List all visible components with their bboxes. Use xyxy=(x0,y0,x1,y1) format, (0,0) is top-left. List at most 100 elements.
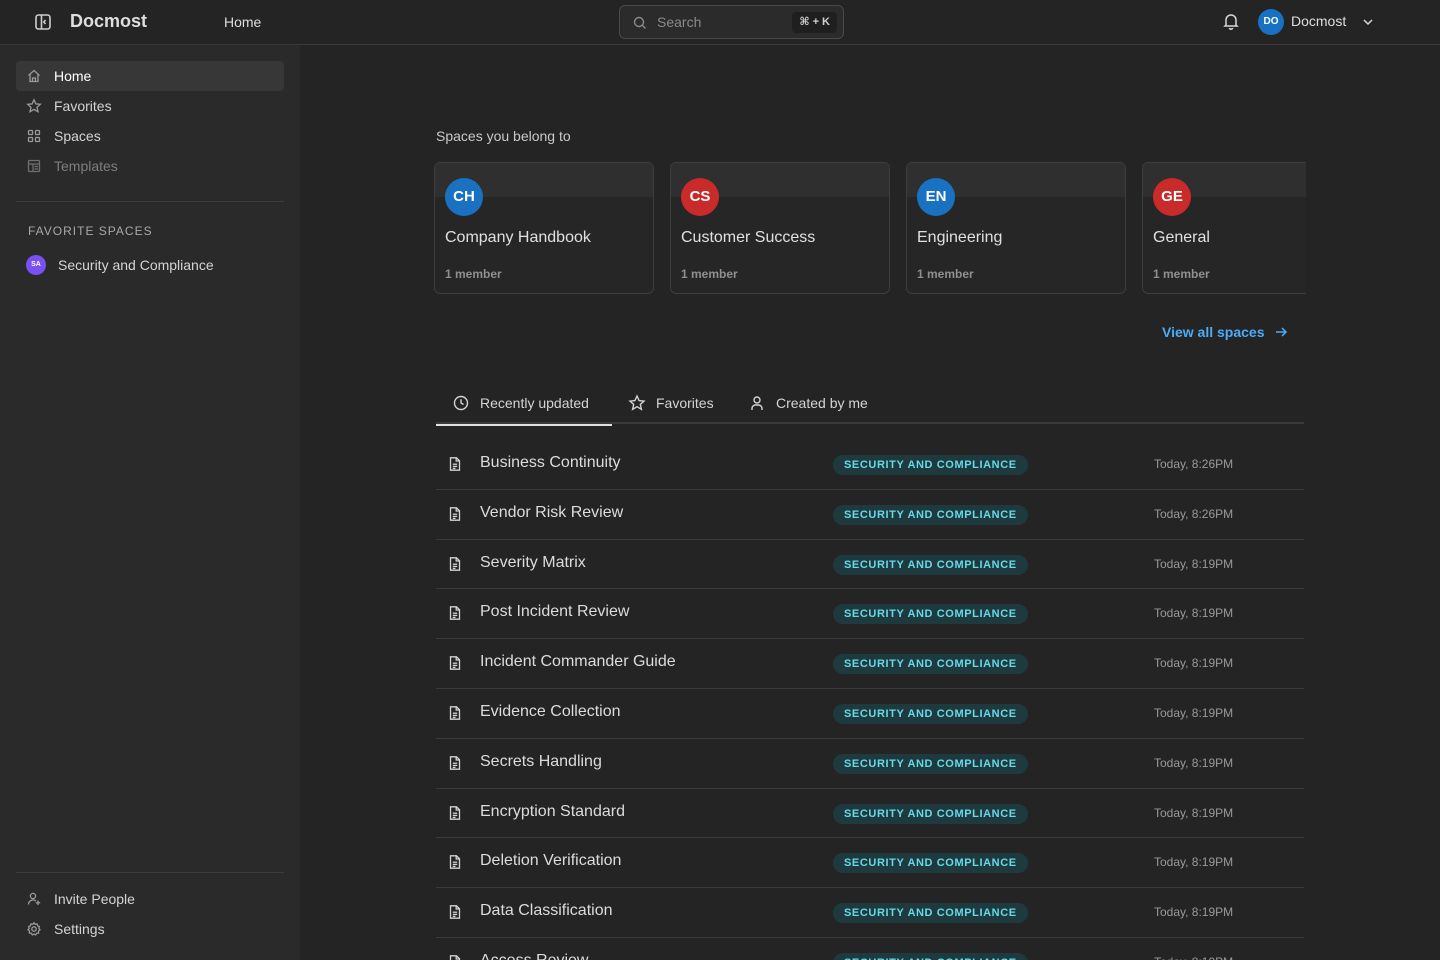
table-row[interactable]: Vendor Risk Review SECURITY AND COMPLIAN… xyxy=(436,490,1304,540)
space-card[interactable]: CH Company Handbook 1 member xyxy=(434,162,654,294)
page-title: Access Review xyxy=(480,952,588,960)
table-row[interactable]: Secrets Handling SECURITY AND COMPLIANCE… xyxy=(436,739,1304,789)
space-badge[interactable]: SECURITY AND COMPLIANCE xyxy=(833,554,1028,575)
space-badge[interactable]: SECURITY AND COMPLIANCE xyxy=(833,952,1028,960)
document-icon xyxy=(447,556,463,572)
space-member-count: 1 member xyxy=(681,267,738,281)
page-tabs: Recently updated Favorites Created by me xyxy=(436,381,1304,426)
space-badge[interactable]: SECURITY AND COMPLIANCE xyxy=(833,654,1028,675)
document-icon xyxy=(447,605,463,621)
space-badge[interactable]: SECURITY AND COMPLIANCE xyxy=(833,604,1028,625)
sidebar-item-home[interactable]: Home xyxy=(16,61,284,91)
space-avatar: CH xyxy=(445,178,483,216)
home-icon xyxy=(26,68,42,84)
spaces-section-title: Spaces you belong to xyxy=(436,128,571,144)
table-row[interactable]: Deletion Verification SECURITY AND COMPL… xyxy=(436,838,1304,889)
space-badge[interactable]: SECURITY AND COMPLIANCE xyxy=(833,903,1028,924)
updated-time: Today, 8:19PM xyxy=(1154,556,1234,571)
view-all-spaces-link[interactable]: View all spaces xyxy=(1162,324,1288,340)
page-title: Business Continuity xyxy=(480,454,621,471)
page-title: Encryption Standard xyxy=(480,802,625,820)
space-badge[interactable]: SECURITY AND COMPLIANCE xyxy=(833,853,1028,874)
sidebar-toggle-icon[interactable] xyxy=(33,12,53,32)
updated-time: Today, 8:19PM xyxy=(1154,805,1234,820)
updated-time: Today, 8:19PM xyxy=(1154,705,1234,720)
user-name: Docmost xyxy=(1291,13,1347,29)
updated-time: Today, 8:19PM xyxy=(1154,656,1234,671)
space-member-count: 1 member xyxy=(917,267,974,281)
document-icon xyxy=(447,655,463,671)
page-title: Post Incident Review xyxy=(480,603,630,621)
sidebar-item-spaces[interactable]: Spaces xyxy=(16,121,284,151)
space-avatar: GE xyxy=(1153,178,1191,216)
sidebar-divider xyxy=(16,201,284,202)
recent-pages-list: Business Continuity SECURITY AND COMPLIA… xyxy=(436,440,1304,960)
tab-created-by-me[interactable]: Created by me xyxy=(732,381,882,424)
top-bar: Docmost Home Search ⌘ + K DO Docmost xyxy=(0,0,1440,45)
sidebar-item-label: Invite People xyxy=(54,891,135,907)
page-title: Severity Matrix xyxy=(480,553,586,571)
view-all-label: View all spaces xyxy=(1162,324,1265,340)
sidebar-footer-divider xyxy=(16,872,284,873)
tab-label: Favorites xyxy=(656,395,714,411)
table-row[interactable]: Business Continuity SECURITY AND COMPLIA… xyxy=(436,440,1304,490)
space-card[interactable]: EN Engineering 1 member xyxy=(906,162,1126,294)
chevron-down-icon xyxy=(1361,15,1375,29)
search-shortcut: ⌘ + K xyxy=(792,12,837,33)
updated-time: Today, 8:19PM xyxy=(1154,955,1233,960)
sidebar-item-templates[interactable]: Templates xyxy=(16,151,284,181)
space-badge[interactable]: SECURITY AND COMPLIANCE xyxy=(833,803,1028,824)
page-title: Secrets Handling xyxy=(480,752,602,770)
page-title: Deletion Verification xyxy=(480,852,622,870)
clock-icon xyxy=(452,394,470,412)
page-title: Vendor Risk Review xyxy=(480,503,624,521)
main-content: Spaces you belong to CH Company Handbook… xyxy=(300,45,1440,960)
invite-people-button[interactable]: Invite People xyxy=(16,884,284,914)
space-card[interactable]: GE General 1 member xyxy=(1142,162,1306,294)
sidebar-item-label: Templates xyxy=(54,158,118,174)
space-name: General xyxy=(1153,229,1210,246)
table-row[interactable]: Incident Commander Guide SECURITY AND CO… xyxy=(436,639,1304,689)
home-link[interactable]: Home xyxy=(224,14,261,30)
table-row[interactable]: Severity Matrix SECURITY AND COMPLIANCE … xyxy=(436,540,1304,590)
grid-icon xyxy=(26,128,42,144)
search-input[interactable]: Search ⌘ + K xyxy=(619,5,844,39)
page-title: Incident Commander Guide xyxy=(480,653,676,671)
document-icon xyxy=(447,755,463,771)
document-icon xyxy=(447,506,463,522)
favorite-space-item[interactable]: SA Security and Compliance xyxy=(16,250,284,280)
sidebar-item-label: Spaces xyxy=(54,128,101,144)
space-badge[interactable]: SECURITY AND COMPLIANCE xyxy=(833,753,1028,774)
sidebar: Home Favorites Spaces Templates FAVORITE… xyxy=(0,45,300,960)
avatar: DO xyxy=(1258,9,1284,35)
updated-time: Today, 8:19PM xyxy=(1154,755,1234,770)
page-title: Evidence Collection xyxy=(480,702,621,720)
favorite-space-label: Security and Compliance xyxy=(58,257,214,273)
space-name: Engineering xyxy=(917,229,1003,246)
updated-time: Today, 8:19PM xyxy=(1154,855,1234,870)
tab-recently-updated[interactable]: Recently updated xyxy=(436,381,612,426)
table-row[interactable]: Data Classification SECURITY AND COMPLIA… xyxy=(436,888,1304,938)
document-icon xyxy=(447,705,463,721)
table-row[interactable]: Evidence Collection SECURITY AND COMPLIA… xyxy=(436,689,1304,739)
document-icon xyxy=(447,805,463,821)
tab-favorites[interactable]: Favorites xyxy=(612,381,732,424)
user-plus-icon xyxy=(26,891,42,907)
space-badge[interactable]: SECURITY AND COMPLIANCE xyxy=(833,703,1028,724)
sidebar-item-favorites[interactable]: Favorites xyxy=(16,91,284,121)
space-badge[interactable]: SECURITY AND COMPLIANCE xyxy=(833,504,1028,525)
user-icon xyxy=(748,394,766,412)
settings-button[interactable]: Settings xyxy=(16,914,284,944)
space-avatar: SA xyxy=(26,255,46,275)
table-row[interactable]: Access Review SECURITY AND COMPLIANCE To… xyxy=(436,938,1304,960)
tab-label: Created by me xyxy=(776,395,868,411)
notification-bell-icon[interactable] xyxy=(1221,11,1241,31)
document-icon xyxy=(447,954,463,960)
space-card[interactable]: CS Customer Success 1 member xyxy=(670,162,890,294)
arrow-right-icon xyxy=(1274,325,1288,339)
space-badge[interactable]: SECURITY AND COMPLIANCE xyxy=(833,455,1028,475)
table-row[interactable]: Encryption Standard SECURITY AND COMPLIA… xyxy=(436,789,1304,839)
table-row[interactable]: Post Incident Review SECURITY AND COMPLI… xyxy=(436,589,1304,640)
sidebar-item-label: Home xyxy=(54,68,92,84)
brand-logo[interactable]: Docmost xyxy=(70,11,147,32)
